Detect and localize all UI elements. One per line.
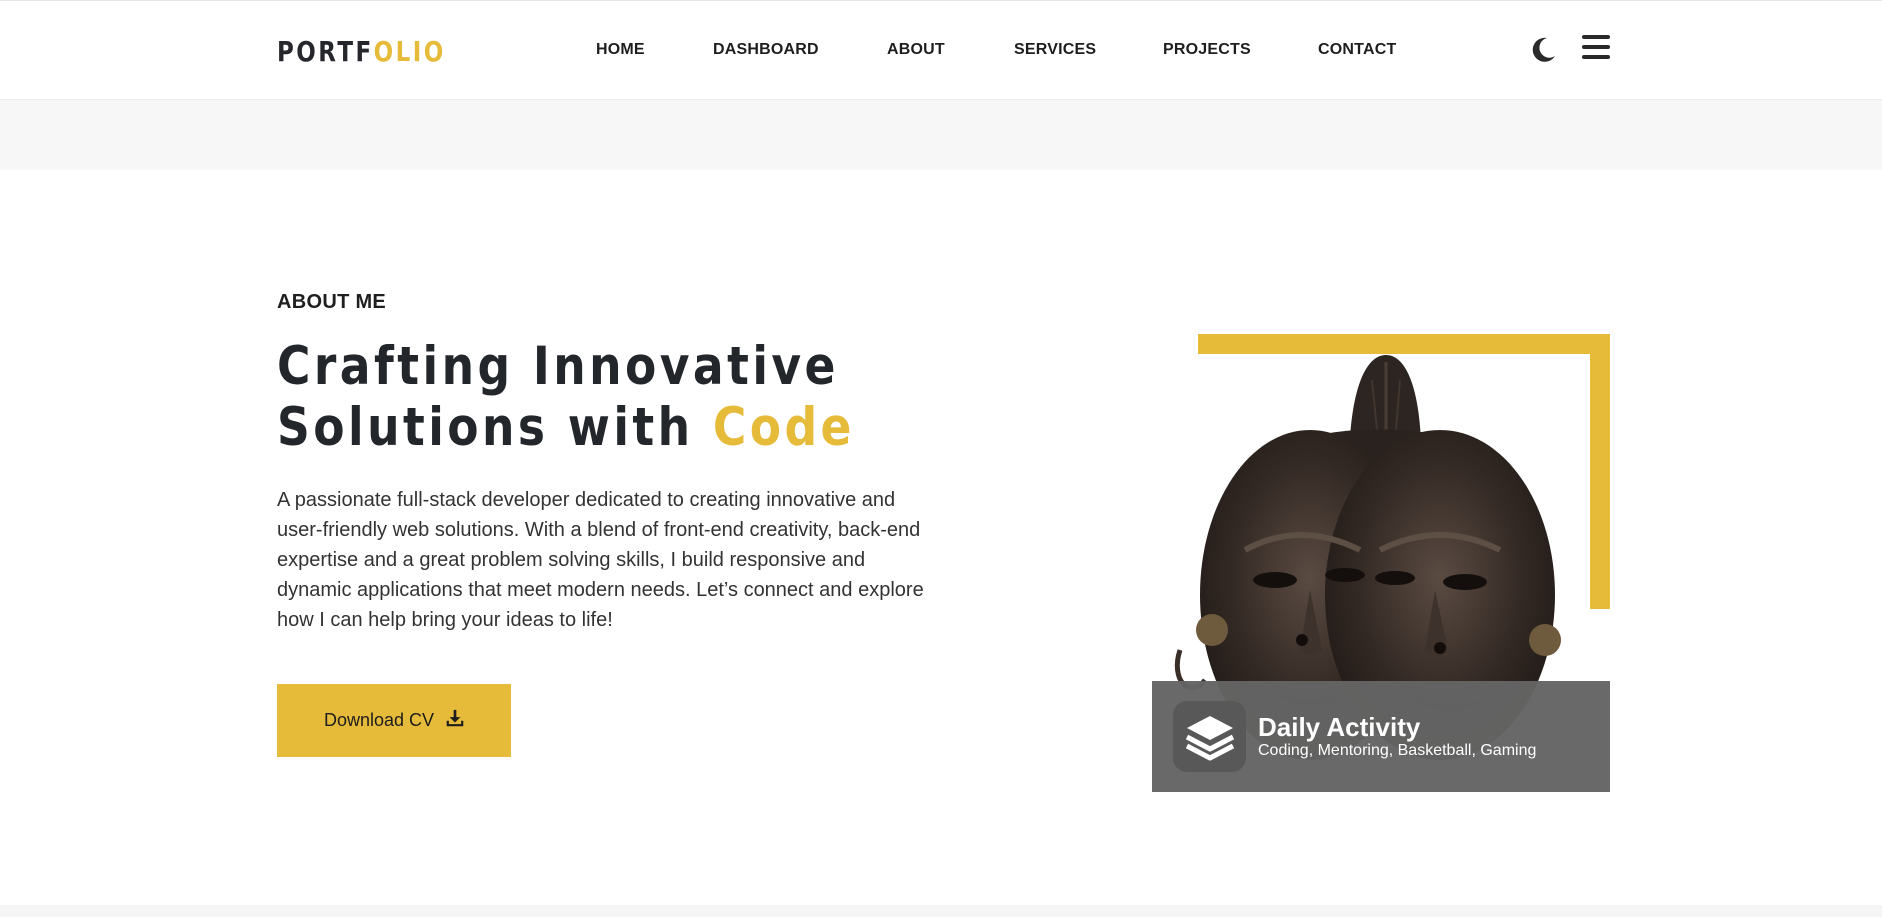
- headline-accent: Code: [712, 397, 855, 458]
- nav-item-dashboard[interactable]: DASHBOARD: [713, 41, 819, 59]
- menu-bar: [1582, 35, 1610, 39]
- headline-line-2: Solutions with: [277, 397, 713, 458]
- menu-bar: [1582, 55, 1610, 59]
- next-section-edge: [0, 905, 1882, 917]
- download-cv-button[interactable]: Download CV: [277, 684, 511, 757]
- download-cv-label: Download CV: [323, 710, 435, 730]
- menu-bar: [1582, 45, 1610, 49]
- activity-subtitle: Coding, Mentoring, Basketball, Gaming: [1258, 742, 1537, 759]
- nav-item-services[interactable]: SERVICES: [1014, 41, 1096, 59]
- layers-icon: [1173, 701, 1246, 772]
- nav-item-projects[interactable]: PROJECTS: [1163, 41, 1251, 59]
- section-eyebrow: ABOUT ME: [277, 291, 387, 313]
- site-header: PORTFOLIO HOME DASHBOARD ABOUT SERVICES …: [0, 0, 1882, 100]
- download-icon: [446, 709, 464, 732]
- moon-icon[interactable]: [1528, 35, 1558, 65]
- section-divider: [0, 100, 1882, 170]
- nav-item-contact[interactable]: CONTACT: [1318, 41, 1396, 59]
- daily-activity-card: Daily Activity Coding, Mentoring, Basket…: [1152, 681, 1610, 792]
- about-headline: Crafting Innovative Solutions with Code: [277, 336, 855, 458]
- nav-item-about[interactable]: ABOUT: [887, 41, 945, 59]
- nav-item-home[interactable]: HOME: [596, 41, 645, 59]
- hamburger-menu-icon[interactable]: [1582, 35, 1610, 63]
- activity-title: Daily Activity: [1258, 712, 1421, 742]
- headline-line-1: Crafting Innovative: [277, 336, 839, 397]
- about-description: A passionate full-stack developer dedica…: [277, 489, 924, 631]
